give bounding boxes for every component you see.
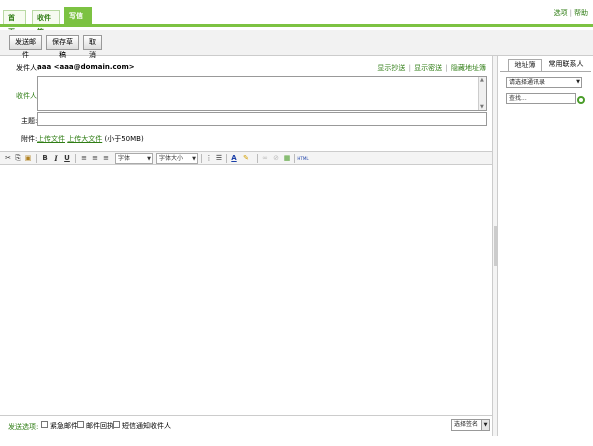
signature-select-value: 选择签名: [454, 421, 479, 428]
urgent-checkbox[interactable]: [41, 421, 48, 428]
tab-compose-label: 写信: [69, 12, 83, 20]
cancel-button[interactable]: 取消: [83, 35, 102, 59]
sender-value: aaa <aaa@domain.com>: [37, 63, 135, 71]
upload-file-link[interactable]: 上传文件: [37, 135, 65, 143]
toolbar-divider: [75, 154, 76, 163]
splitter-grip[interactable]: [494, 226, 497, 266]
font-select[interactable]: 字体 ▼: [115, 153, 153, 164]
address-links: 显示抄送 | 显示密送 | 隐藏地址簿: [377, 63, 486, 73]
upload-large-file-link[interactable]: 上传大文件: [67, 135, 102, 143]
ordered-list-icon[interactable]: ⋮: [204, 153, 214, 164]
toolbar-divider: [36, 154, 37, 163]
editor-toolbar: ✂ ⎘ ▣ B I U ≡ ≡ ≡ 字体 ▼ 字体大小 ▼ ⋮ ☰ A ✎ ∞ ⊘ …: [0, 151, 492, 165]
attachment-label: 附件:: [21, 135, 38, 143]
top-links-separator: |: [569, 9, 572, 17]
tab-home[interactable]: 首页: [3, 10, 26, 36]
compose-form: 发件人: aaa <aaa@domain.com> 显示抄送 | 显示密送 | …: [0, 56, 496, 436]
panel-divider: [500, 71, 591, 72]
help-link[interactable]: 帮助: [574, 9, 588, 17]
top-tab-bar: 首页 收件箱 写信☒ 选项|帮助: [0, 0, 593, 37]
html-icon[interactable]: HTML: [296, 153, 310, 164]
link-icon[interactable]: ∞: [260, 153, 270, 164]
addressbook-select[interactable]: 请选择通讯录 ▼: [506, 77, 582, 88]
show-cc-link[interactable]: 显示抄送: [377, 64, 405, 72]
sms-notify-label: 短信通知收件人: [122, 422, 171, 430]
toolbar-divider: [226, 154, 227, 163]
options-link[interactable]: 选项: [554, 9, 568, 17]
toolbar-divider: [294, 154, 295, 163]
urgent-label: 紧急邮件: [50, 422, 78, 430]
sms-notify-checkbox[interactable]: [113, 421, 120, 428]
font-size-select[interactable]: 字体大小 ▼: [156, 153, 198, 164]
addressbook-panel: 地址簿 常用联系人 请选择通讯录 ▼ 查找...: [498, 56, 593, 436]
highlight-icon[interactable]: ✎: [241, 153, 251, 164]
recipient-scrollbar[interactable]: [478, 77, 486, 110]
subject-input[interactable]: [37, 112, 487, 126]
addressbook-select-value: 请选择通讯录: [509, 79, 546, 86]
align-center-icon[interactable]: ≡: [90, 153, 100, 164]
unordered-list-icon[interactable]: ☰: [214, 153, 224, 164]
message-body-editor[interactable]: [0, 166, 492, 416]
font-size-select-value: 字体大小: [159, 155, 184, 162]
tab-compose[interactable]: 写信☒: [64, 7, 92, 37]
addr-link-separator: |: [408, 64, 411, 72]
chevron-down-icon: ▼: [481, 420, 489, 430]
action-toolbar: 发送邮件 保存草稿 取消: [0, 30, 593, 59]
toolbar-divider: [257, 154, 258, 163]
chevron-down-icon: ▼: [192, 156, 196, 162]
addr-link-separator: |: [445, 64, 448, 72]
attachment-size-note: (小于50MB): [104, 135, 144, 143]
recipient-input[interactable]: [37, 76, 487, 111]
signature-select[interactable]: 选择签名 ▼: [451, 419, 490, 431]
contact-search-placeholder: 查找...: [509, 95, 527, 102]
underline-icon[interactable]: U: [62, 153, 72, 164]
tab-frequent-contacts[interactable]: 常用联系人: [544, 59, 588, 71]
paste-icon[interactable]: ▣: [23, 153, 33, 164]
font-color-icon[interactable]: A: [229, 153, 239, 164]
hide-addressbook-link[interactable]: 隐藏地址簿: [451, 64, 486, 72]
tab-inbox[interactable]: 收件箱: [32, 10, 60, 36]
align-left-icon[interactable]: ≡: [79, 153, 89, 164]
font-select-value: 字体: [118, 155, 131, 162]
unlink-icon[interactable]: ⊘: [271, 153, 281, 164]
sender-label: 发件人:: [16, 64, 40, 72]
italic-icon[interactable]: I: [51, 153, 61, 164]
search-icon[interactable]: [577, 96, 585, 104]
send-options-bar: 发送选项: 紧急邮件 邮件回执 短信通知收件人 选择签名 ▼: [0, 415, 492, 435]
recipient-label: 收件人:: [16, 92, 40, 100]
send-button[interactable]: 发送邮件: [9, 35, 42, 59]
bold-icon[interactable]: B: [40, 153, 50, 164]
align-right-icon[interactable]: ≡: [101, 153, 111, 164]
chevron-down-icon: ▼: [147, 156, 151, 162]
toolbar-divider: [201, 154, 202, 163]
subject-label: 主题:: [21, 117, 38, 125]
top-links: 选项 | 帮助: [554, 8, 588, 18]
receipt-label: 邮件回执: [86, 422, 114, 430]
contact-search-input[interactable]: 查找...: [506, 93, 576, 104]
image-icon[interactable]: ▦: [282, 153, 292, 164]
receipt-checkbox[interactable]: [77, 421, 84, 428]
chevron-down-icon: ▼: [576, 79, 580, 85]
cut-icon[interactable]: ✂: [3, 153, 13, 164]
copy-icon[interactable]: ⎘: [13, 153, 23, 164]
attachment-links: 上传文件 上传大文件 (小于50MB): [37, 134, 144, 144]
tab-addressbook[interactable]: 地址簿: [508, 59, 542, 71]
show-bcc-link[interactable]: 显示密送: [414, 64, 442, 72]
send-options-label: 发送选项:: [8, 423, 39, 431]
save-draft-button[interactable]: 保存草稿: [46, 35, 79, 59]
